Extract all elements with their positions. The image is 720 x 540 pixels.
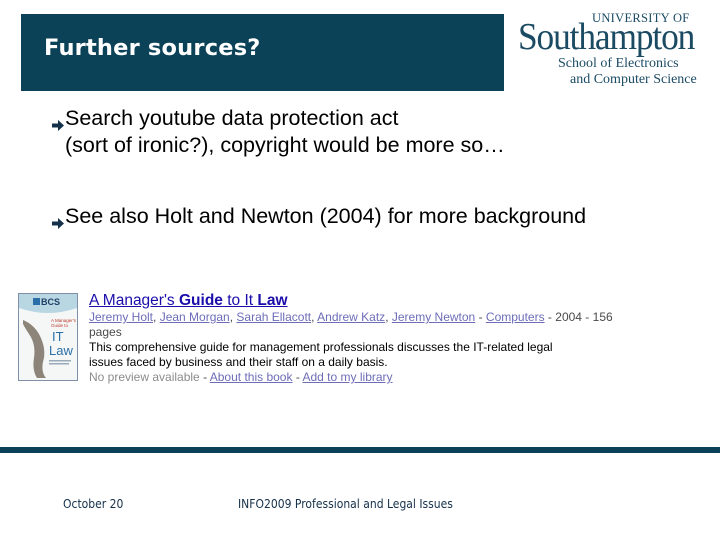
book-search-result: BCS A Manager's Guide to IT Law A Manage… bbox=[18, 292, 658, 392]
separator: - bbox=[292, 370, 303, 384]
separator: - bbox=[544, 310, 556, 324]
author-link[interactable]: Andrew Katz bbox=[317, 310, 385, 324]
book-page-count: 156 bbox=[592, 310, 613, 324]
logo-department: and Computer Science bbox=[570, 72, 697, 87]
slide-title: Further sources? bbox=[44, 35, 261, 61]
bullet-text-line: (sort of ironic?), copyright would be mo… bbox=[65, 133, 505, 157]
bcs-logo-icon bbox=[33, 298, 40, 305]
title-bar: Further sources? bbox=[21, 14, 504, 91]
arrow-right-icon bbox=[51, 210, 65, 229]
author-link[interactable]: Sarah Ellacott bbox=[236, 310, 311, 324]
title-part: A Manager's bbox=[89, 292, 179, 309]
separator: - bbox=[581, 310, 593, 324]
category-link[interactable]: Computers bbox=[486, 310, 545, 324]
logo-school: School of Electronics bbox=[558, 56, 679, 71]
bullet-text-line: Search youtube data protection act bbox=[65, 106, 399, 130]
cover-subtitle-2: Guide to bbox=[51, 323, 69, 328]
book-description-line: issues faced by business and their staff… bbox=[89, 355, 388, 369]
cover-title-it: IT bbox=[52, 329, 64, 344]
book-meta-line: Jeremy Holt, Jean Morgan, Sarah Ellacott… bbox=[89, 310, 613, 325]
book-description-line: This comprehensive guide for management … bbox=[89, 340, 553, 354]
book-pages-label: pages bbox=[89, 325, 122, 339]
separator: - bbox=[199, 370, 210, 384]
title-highlight: Law bbox=[257, 292, 288, 309]
author-link[interactable]: Jeremy Newton bbox=[392, 310, 475, 324]
author-link[interactable]: Jean Morgan bbox=[160, 310, 230, 324]
bullet-text-line: See also Holt and Newton (2004) for more… bbox=[65, 204, 587, 228]
about-book-link[interactable]: About this book bbox=[210, 370, 293, 384]
separator: , bbox=[153, 310, 160, 324]
separator: , bbox=[385, 310, 392, 324]
add-to-library-link[interactable]: Add to my library bbox=[303, 370, 393, 384]
book-info: A Manager's Guide to It Law Jeremy Holt,… bbox=[89, 292, 613, 385]
bullet-item: See also Holt and Newton (2004) for more… bbox=[51, 203, 586, 230]
bullet-item: Search youtube data protection act (sort… bbox=[51, 105, 505, 159]
cover-title-law: Law bbox=[49, 343, 73, 358]
separator: - bbox=[475, 310, 486, 324]
title-highlight: Guide bbox=[178, 292, 223, 309]
book-title-link[interactable]: A Manager's Guide to It Law bbox=[89, 292, 613, 310]
book-cover-image[interactable]: BCS A Manager's Guide to IT Law bbox=[18, 293, 78, 381]
book-actions: No preview available - About this book -… bbox=[89, 370, 613, 385]
preview-status: No preview available bbox=[89, 370, 200, 384]
arrow-right-icon bbox=[51, 112, 65, 131]
footer-divider bbox=[0, 447, 720, 453]
footer-date: October 20 bbox=[63, 497, 124, 511]
book-year: 2004 bbox=[555, 310, 582, 324]
title-part: to It bbox=[222, 292, 258, 309]
logo-southampton: Southampton bbox=[518, 16, 695, 58]
university-logo: UNIVERSITY OF Southampton School of Elec… bbox=[516, 8, 716, 92]
footer-course-title: INFO2009 Professional and Legal Issues bbox=[238, 497, 453, 511]
cover-publisher: BCS bbox=[41, 297, 60, 307]
author-link[interactable]: Jeremy Holt bbox=[89, 310, 153, 324]
